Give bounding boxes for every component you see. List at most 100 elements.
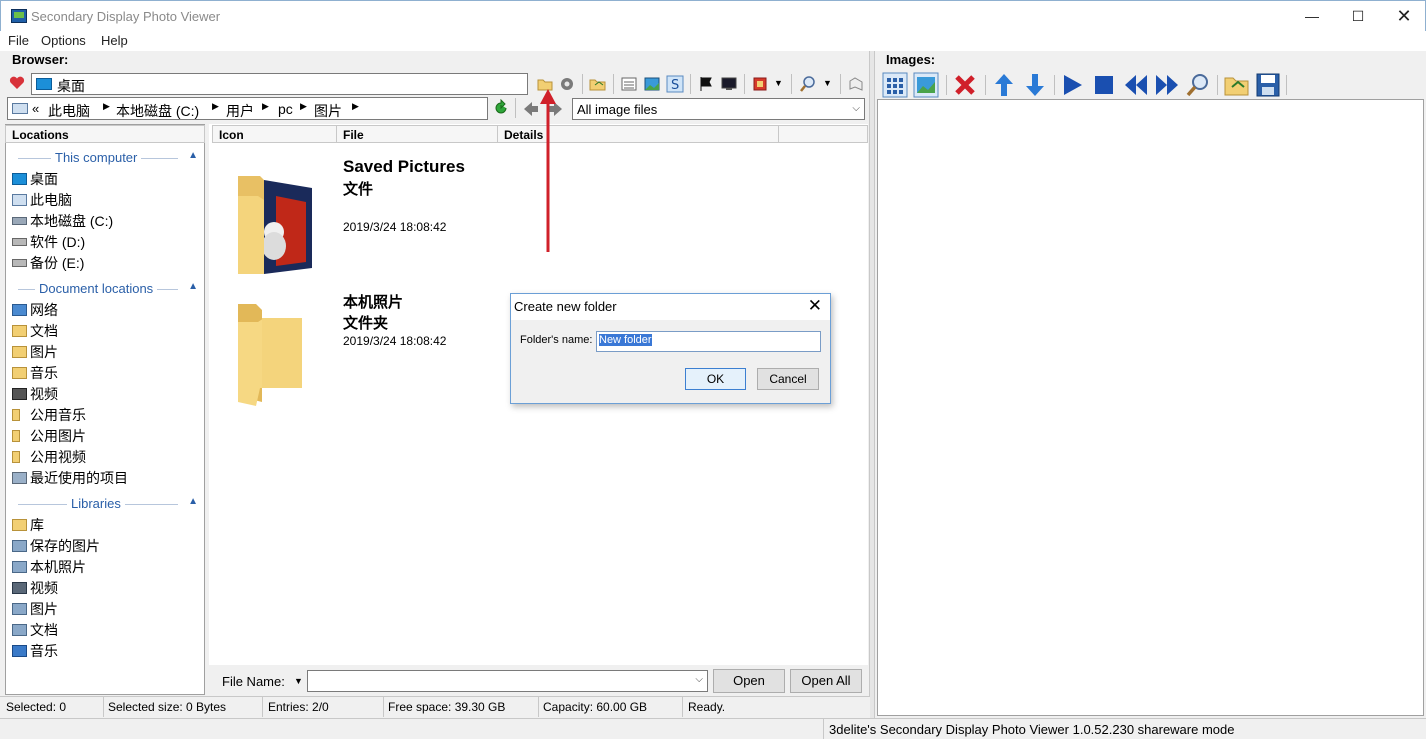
chevron-up-icon[interactable]: ▲ (188, 496, 198, 507)
location-item[interactable]: 视频 (12, 384, 58, 404)
monitor-icon[interactable] (720, 75, 738, 93)
ok-button[interactable]: OK (685, 368, 746, 390)
location-label: 桌面 (30, 171, 58, 187)
grid-view-icon[interactable] (882, 72, 908, 98)
location-item[interactable]: 公用视频 (12, 447, 86, 467)
location-item[interactable]: 公用音乐 (12, 405, 86, 425)
breadcrumb-back[interactable]: « (32, 101, 39, 116)
location-item[interactable]: 本地磁盘 (C:) (12, 211, 113, 231)
slideshow-icon[interactable]: S (666, 75, 684, 93)
location-item[interactable]: 桌面 (12, 169, 58, 189)
location-item[interactable]: 库 (12, 515, 44, 535)
open-folder-icon[interactable] (589, 75, 607, 93)
folder-name-input[interactable]: New folder (596, 331, 821, 352)
breadcrumb-pc[interactable]: pc (278, 101, 293, 117)
dialog-close-icon[interactable]: ✕ (808, 296, 822, 316)
open-button[interactable]: Open (713, 669, 785, 693)
location-item[interactable]: 最近使用的项目 (12, 468, 128, 488)
column-header-file[interactable]: File (336, 125, 498, 143)
menu-help[interactable]: Help (101, 33, 128, 48)
library-icon (12, 519, 27, 531)
file-name-history-dropdown-icon[interactable]: ▼ (294, 676, 303, 686)
settings-gear-icon[interactable] (558, 75, 576, 93)
location-label: 软件 (D:) (30, 234, 86, 250)
breadcrumb-chevron-icon[interactable]: ▶ (352, 101, 359, 112)
location-label: 图片 (30, 344, 58, 360)
black-flag-icon[interactable] (697, 75, 715, 93)
next-icon[interactable] (1155, 74, 1179, 96)
separator (1217, 75, 1218, 95)
column-header-icon[interactable]: Icon (212, 125, 337, 143)
refresh-icon[interactable] (492, 99, 510, 117)
music-folder-icon (12, 367, 27, 379)
section-label: This computer (51, 150, 142, 165)
path-combo[interactable]: 桌面 (31, 73, 528, 95)
location-item[interactable]: 软件 (D:) (12, 232, 85, 252)
search-dropdown-icon[interactable]: ▼ (823, 78, 832, 88)
minimize-button[interactable]: — (1289, 1, 1335, 32)
image-view-icon[interactable] (913, 72, 939, 98)
file-name-label: File Name: (222, 674, 285, 689)
breadcrumb-chevron-icon[interactable]: ▶ (103, 101, 110, 112)
location-item[interactable]: 图片 (12, 599, 58, 619)
thumbnail-view-icon[interactable] (643, 75, 661, 93)
previous-icon[interactable] (1124, 74, 1148, 96)
images-panel[interactable] (877, 99, 1424, 716)
move-up-icon[interactable] (993, 73, 1015, 97)
section-document-locations[interactable]: Document locations ▲ (18, 281, 198, 297)
section-libraries[interactable]: Libraries ▲ (18, 496, 198, 512)
breadcrumb-chevron-icon[interactable]: ▶ (212, 101, 219, 112)
chevron-up-icon[interactable]: ▲ (188, 281, 198, 292)
chevron-up-icon[interactable]: ▲ (188, 150, 198, 161)
save-icon[interactable] (1256, 73, 1280, 97)
breadcrumb-pictures[interactable]: 图片 (314, 101, 342, 121)
location-item[interactable]: 音乐 (12, 641, 58, 661)
breadcrumb-bar[interactable]: « 此电脑 ▶ 本地磁盘 (C:) ▶ 用户 ▶ pc ▶ 图片 ▶ (7, 97, 488, 120)
play-icon[interactable] (1062, 74, 1084, 96)
section-label: Document locations (35, 281, 158, 296)
file-filter-select[interactable]: All image files ⌵ (572, 98, 865, 120)
location-item[interactable]: 保存的图片 (12, 536, 100, 556)
breadcrumb-this-pc[interactable]: 此电脑 (48, 101, 90, 121)
close-button[interactable]: ✕ (1381, 1, 1426, 32)
location-item[interactable]: 文档 (12, 321, 58, 341)
stop-icon[interactable] (1093, 74, 1115, 96)
move-down-icon[interactable] (1024, 73, 1046, 97)
cancel-button[interactable]: Cancel (757, 368, 819, 390)
details-view-icon[interactable] (620, 75, 638, 93)
file-name-input[interactable]: ⌵ (307, 670, 708, 692)
location-item[interactable]: 图片 (12, 342, 58, 362)
open-all-button[interactable]: Open All (790, 669, 862, 693)
maximize-button[interactable]: ☐ (1335, 1, 1381, 32)
file-name: 本机照片 (343, 294, 404, 311)
menu-options[interactable]: Options (41, 33, 86, 48)
breadcrumb-users[interactable]: 用户 (226, 101, 254, 121)
delete-icon[interactable] (953, 73, 977, 97)
location-item[interactable]: 网络 (12, 300, 58, 320)
drive-icon (12, 238, 27, 246)
bookmark-icon[interactable] (847, 75, 865, 93)
export-dropdown-icon[interactable]: ▼ (774, 78, 783, 88)
location-item[interactable]: 音乐 (12, 363, 58, 383)
location-item[interactable]: 本机照片 (12, 557, 86, 577)
search-icon[interactable] (799, 75, 817, 93)
table-row[interactable]: Saved Pictures 文件 2019/3/24 18:08:42 (212, 148, 852, 276)
zoom-icon[interactable] (1186, 73, 1210, 97)
location-item[interactable]: 视频 (12, 578, 58, 598)
export-icon[interactable] (752, 75, 770, 93)
location-item[interactable]: 备份 (E:) (12, 253, 84, 273)
favorite-heart-icon[interactable] (9, 75, 25, 91)
breadcrumb-chevron-icon[interactable]: ▶ (262, 101, 269, 112)
breadcrumb-chevron-icon[interactable]: ▶ (300, 101, 307, 112)
pane-splitter[interactable] (869, 51, 875, 718)
menu-file[interactable]: File (8, 33, 29, 48)
location-label: 文档 (30, 323, 58, 339)
location-item[interactable]: 此电脑 (12, 190, 72, 210)
dialog-title: Create new folder (514, 299, 617, 314)
location-item[interactable]: 文档 (12, 620, 58, 640)
location-item[interactable]: 公用图片 (12, 426, 86, 446)
open-folder-icon[interactable] (1224, 73, 1250, 97)
folder-icon (12, 451, 20, 463)
section-this-computer[interactable]: This computer ▲ (18, 150, 198, 166)
breadcrumb-local-disk[interactable]: 本地磁盘 (C:) (116, 101, 199, 121)
